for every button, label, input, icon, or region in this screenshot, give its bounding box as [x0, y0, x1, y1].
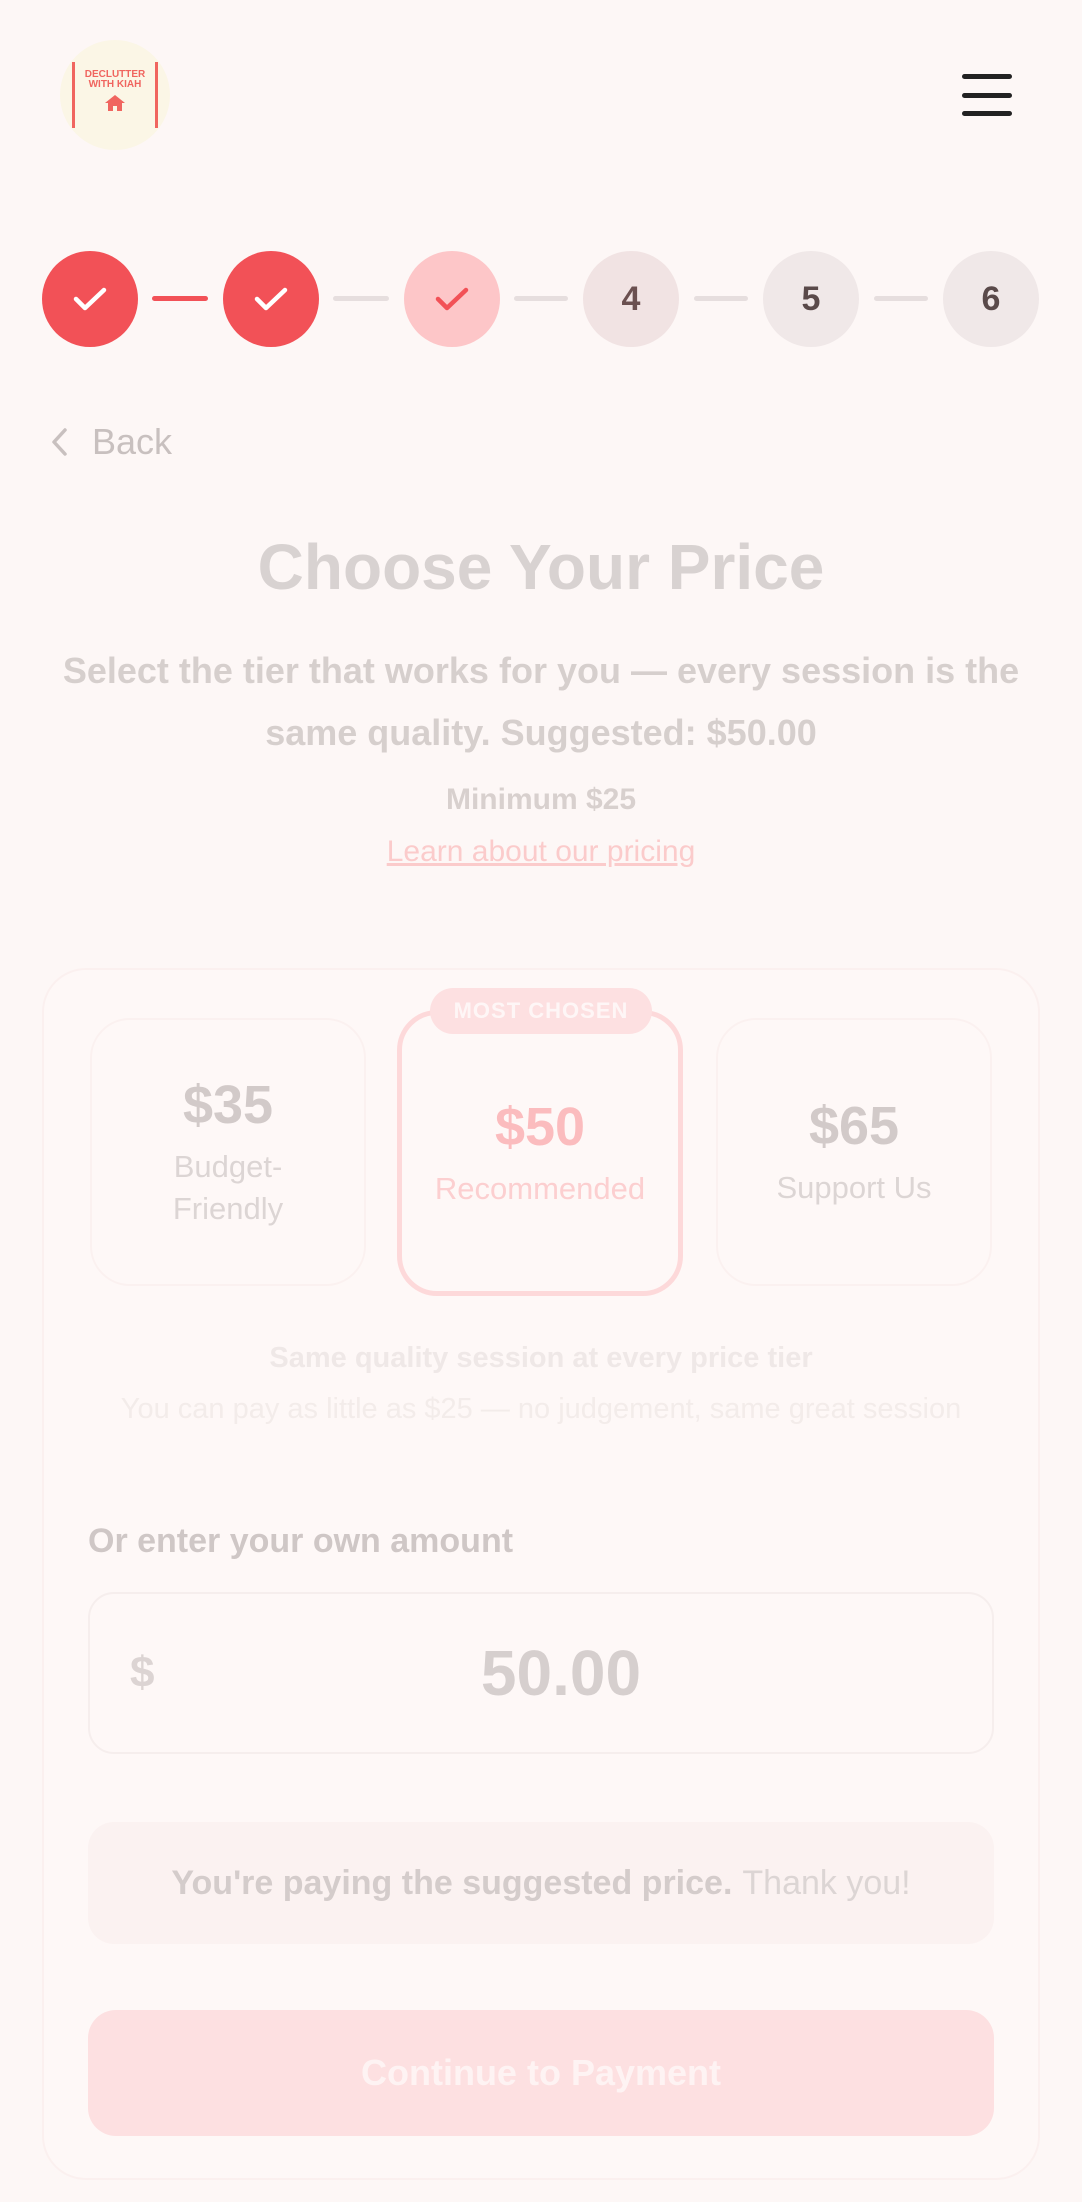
back-label: Back [92, 421, 173, 462]
step-connector [514, 296, 568, 301]
step-3 [404, 251, 500, 347]
same-quality-note: Same quality session at every price tier [269, 1342, 813, 1374]
brand-logo[interactable]: DECLUTTER WITH KIAH [60, 40, 170, 150]
custom-amount-label: Or enter your own amount [88, 1522, 514, 1560]
step-connector [694, 296, 748, 301]
page-subtitle: Select the tier that works for you — eve… [62, 650, 1020, 753]
tier-option-recommended[interactable]: $50 Recommended [397, 1010, 683, 1296]
step-1 [42, 251, 138, 347]
step-5: 5 [763, 251, 859, 347]
step-2 [223, 251, 319, 347]
page-title: Choose Your Price [257, 531, 825, 603]
menu-bar [962, 111, 1012, 116]
step-connector [333, 296, 389, 301]
house-icon [105, 95, 125, 111]
tier-label: Budget-Friendly [172, 1149, 284, 1226]
tier-label: Support Us [776, 1170, 932, 1205]
page: DECLUTTER WITH KIAH 4 5 6 Back Choose Yo… [0, 0, 1082, 2202]
tier-price: $35 [182, 1075, 274, 1135]
chevron-left-icon [52, 428, 67, 456]
minimum-price: Minimum $25 [445, 783, 637, 816]
step-6: 6 [943, 251, 1039, 347]
tier-price: $65 [808, 1096, 900, 1156]
step-connector [874, 296, 928, 301]
tier-price: $50 [494, 1097, 586, 1157]
custom-amount-input[interactable]: $ 50.00 [88, 1592, 994, 1754]
logo-frame: DECLUTTER WITH KIAH [72, 62, 158, 128]
continue-to-payment-button[interactable]: Continue to Payment [88, 2010, 994, 2136]
suggested-price-note: You're paying the suggested price. Thank… [88, 1822, 994, 1944]
checkmark-icon [73, 287, 107, 311]
note-strong-text: You're paying the suggested price. [171, 1863, 733, 1902]
menu-bar [962, 74, 1012, 79]
tier-label: Recommended [434, 1171, 646, 1206]
most-chosen-badge: MOST CHOSEN [430, 988, 652, 1034]
step-connector [152, 296, 208, 301]
learn-pricing-link[interactable]: Learn about our pricing [0, 835, 1082, 869]
logo-text: DECLUTTER WITH KIAH [84, 69, 146, 90]
tier-option-support[interactable]: $65 Support Us [716, 1018, 992, 1286]
tier-option-budget[interactable]: $35 Budget-Friendly [90, 1018, 366, 1286]
hamburger-menu-icon[interactable] [962, 74, 1012, 116]
currency-symbol: $ [130, 1648, 155, 1697]
step-4: 4 [583, 251, 679, 347]
back-button[interactable]: Back [50, 420, 172, 464]
note-soft-text: Thank you! [742, 1863, 911, 1902]
custom-amount-value: 50.00 [480, 1637, 642, 1709]
checkmark-icon [254, 287, 288, 311]
pay-little-note: You can pay as little as $25 — no judgem… [120, 1393, 962, 1425]
menu-bar [962, 92, 1012, 98]
checkmark-icon [435, 287, 469, 311]
